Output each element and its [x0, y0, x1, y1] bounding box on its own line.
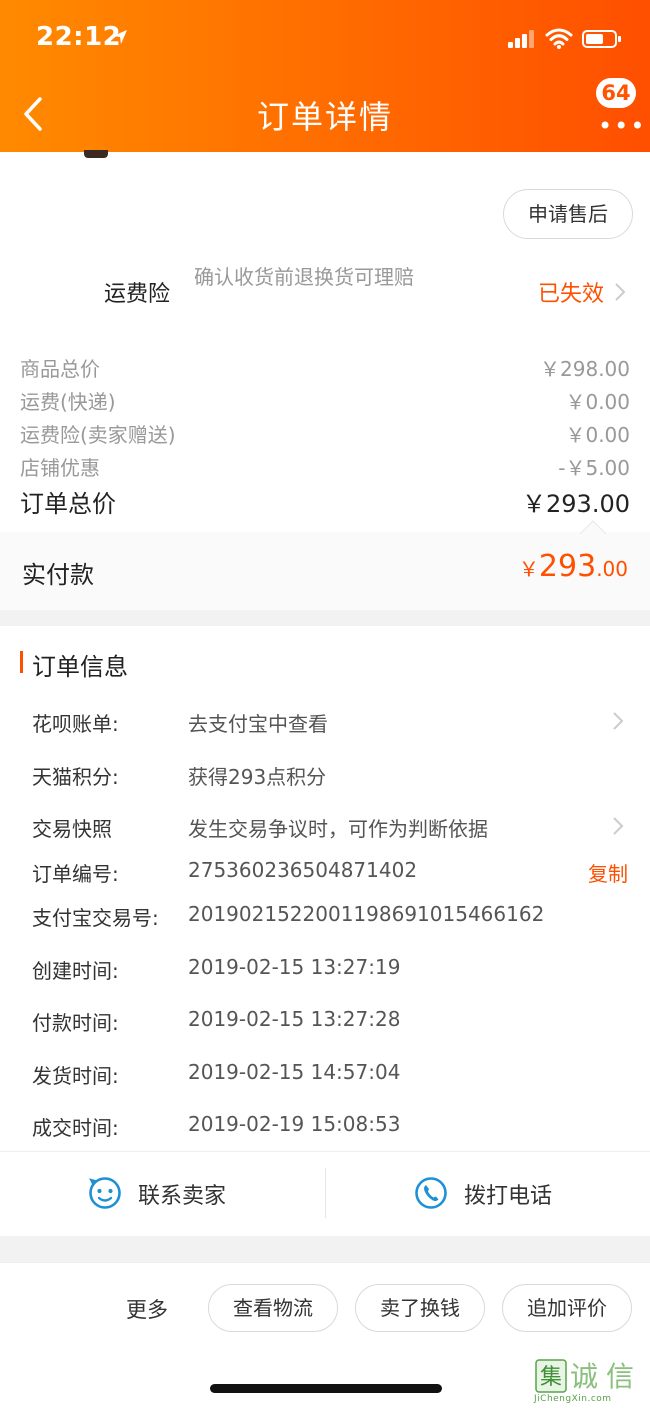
- price-label: 运费险(卖家赠送): [20, 423, 176, 447]
- home-indicator[interactable]: [210, 1384, 442, 1393]
- page-title: 订单详情: [256, 98, 393, 136]
- price-value: -￥5.00: [558, 456, 630, 480]
- order-total-row: 订单总价 ￥293.00: [20, 484, 630, 519]
- freight-insurance-status[interactable]: 已失效: [538, 276, 604, 308]
- chat-face-icon: [89, 1177, 121, 1209]
- price-value: ￥0.00: [565, 390, 630, 414]
- svg-text:集: 集: [540, 1365, 562, 1390]
- view-logistics-button[interactable]: 查看物流: [208, 1284, 338, 1332]
- info-label-order-number: 订单编号:: [32, 862, 119, 886]
- info-label-huabei: 花呗账单:: [32, 712, 119, 736]
- info-value-completed: 2019-02-19 15:08:53: [188, 1112, 401, 1136]
- price-row-goods-total: 商品总价 ￥298.00: [20, 353, 630, 382]
- info-label-points: 天猫积分:: [32, 765, 119, 789]
- signal-icon: [508, 30, 534, 48]
- more-actions-button[interactable]: 更多: [126, 1294, 168, 1324]
- info-value-created: 2019-02-15 13:27:19: [188, 955, 401, 979]
- info-label-snapshot: 交易快照: [32, 817, 112, 841]
- section-divider: [0, 1236, 650, 1262]
- price-row-store-discount: 店铺优惠 -￥5.00: [20, 452, 630, 481]
- info-value-paid-time: 2019-02-15 13:27:28: [188, 1007, 401, 1031]
- price-value: ￥298.00: [540, 357, 630, 381]
- battery-icon: [582, 30, 621, 48]
- wifi-icon: [545, 28, 573, 49]
- price-row-shipping: 运费(快递) ￥0.00: [20, 386, 630, 415]
- chevron-right-icon[interactable]: [612, 711, 624, 731]
- info-value-alipay-trade: 2019021522001198691015466162: [188, 902, 545, 926]
- call-phone-label: 拨打电话: [464, 1184, 553, 1209]
- info-value-points: 获得293点积分: [188, 765, 327, 789]
- resell-button[interactable]: 卖了换钱: [355, 1284, 485, 1332]
- more-dots-icon: •••: [598, 112, 647, 140]
- info-value-order-number: 275360236504871402: [188, 858, 418, 882]
- paid-currency: ￥: [518, 557, 539, 581]
- paid-amount: ￥293.00: [519, 549, 628, 584]
- contact-separator: [325, 1168, 326, 1218]
- info-label-completed: 成交时间:: [32, 1116, 119, 1140]
- copy-button[interactable]: 复制: [588, 858, 628, 887]
- more-menu-button[interactable]: 64 •••: [592, 72, 644, 140]
- header-bar: 22:12 订单详情 64 •••: [0, 0, 650, 152]
- info-label-alipay-trade: 支付宝交易号:: [32, 906, 159, 930]
- price-label: 店铺优惠: [20, 456, 100, 480]
- price-label: 商品总价: [20, 357, 100, 381]
- price-label: 运费(快递): [20, 390, 116, 414]
- freight-insurance-label: 运费险: [104, 282, 171, 307]
- chevron-right-icon[interactable]: [612, 816, 624, 836]
- svg-text:诚: 诚: [570, 1360, 598, 1393]
- order-total-value: ￥293.00: [522, 490, 630, 518]
- info-label-paid-time: 付款时间:: [32, 1011, 119, 1035]
- caret-up-icon: [580, 520, 606, 534]
- info-label-created: 创建时间:: [32, 959, 119, 983]
- paid-label: 实付款: [22, 561, 94, 589]
- product-image-remnant: [84, 150, 108, 158]
- contact-seller-button[interactable]: 联系卖家: [88, 1172, 248, 1216]
- section-accent-bar: [20, 651, 23, 673]
- svg-text:信: 信: [606, 1360, 634, 1393]
- message-count-badge: 64: [596, 78, 636, 108]
- status-time: 22:12: [36, 22, 122, 52]
- chevron-right-icon[interactable]: [614, 282, 626, 302]
- after-sale-button[interactable]: 申请售后: [503, 189, 633, 239]
- location-arrow-icon: [113, 30, 127, 44]
- info-value-snapshot[interactable]: 发生交易争议时，可作为判断依据: [188, 813, 488, 842]
- info-value-huabei[interactable]: 去支付宝中查看: [188, 708, 328, 737]
- section-divider: [0, 610, 650, 626]
- phone-icon: [415, 1177, 447, 1209]
- price-value: ￥0.00: [565, 423, 630, 447]
- paid-integer: 293: [538, 549, 597, 584]
- order-total-label: 订单总价: [20, 490, 116, 518]
- info-label-shipped: 发货时间:: [32, 1064, 119, 1088]
- contact-seller-label: 联系卖家: [138, 1184, 227, 1209]
- add-review-button[interactable]: 追加评价: [502, 1284, 632, 1332]
- watermark-url: JiChengXin.com: [534, 1394, 612, 1404]
- freight-insurance-description: 确认收货前退换货可理赔: [194, 265, 414, 289]
- paid-decimal: .00: [596, 557, 628, 581]
- info-value-shipped: 2019-02-15 14:57:04: [188, 1060, 401, 1084]
- order-info-title: 订单信息: [32, 653, 128, 681]
- call-phone-button[interactable]: 拨打电话: [414, 1172, 574, 1216]
- price-row-freight-insurance: 运费险(卖家赠送) ￥0.00: [20, 419, 630, 448]
